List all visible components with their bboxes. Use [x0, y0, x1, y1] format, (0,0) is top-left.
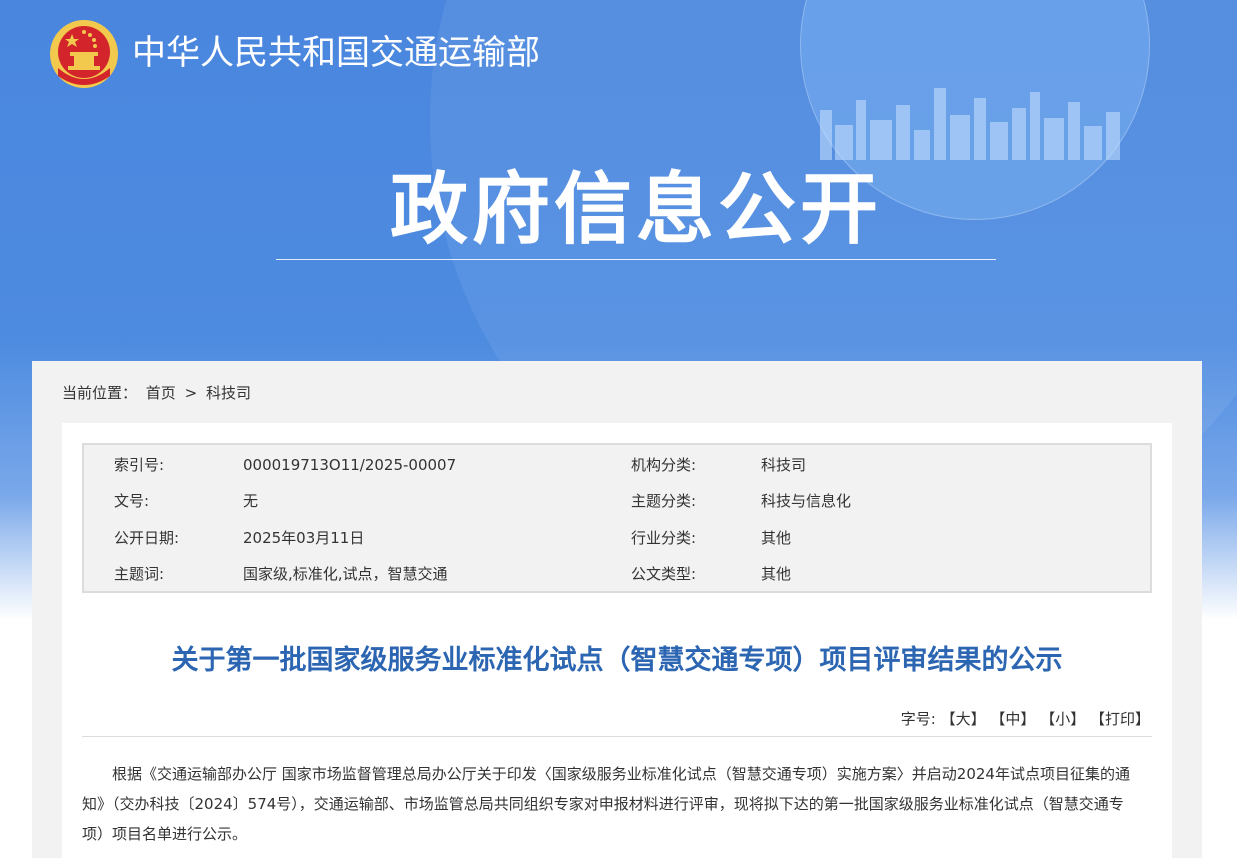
publish-date-label: 公开日期:	[114, 529, 180, 547]
organization-category-value: 科技司	[761, 456, 807, 474]
document-type-value: 其他	[761, 565, 792, 583]
industry-category-value: 其他	[761, 529, 792, 547]
index-number-value: 000019713O11/2025-00007	[243, 456, 457, 474]
topic-category-label: 主题分类:	[631, 492, 697, 510]
font-size-medium-button[interactable]: 【中】	[990, 710, 1035, 728]
document-type-label: 公文类型:	[631, 565, 697, 583]
article-content: 索引号: 000019713O11/2025-00007 机构分类: 科技司 文…	[62, 423, 1172, 858]
metadata-row: 文号: 无 主题分类: 科技与信息化	[84, 483, 1150, 519]
document-number-label: 文号:	[114, 492, 150, 510]
article-title: 关于第一批国家级服务业标准化试点（智慧交通专项）项目评审结果的公示	[171, 645, 1063, 676]
print-button[interactable]: 【打印】	[1090, 710, 1150, 728]
font-size-label: 字号:	[900, 710, 936, 728]
metadata-table: 索引号: 000019713O11/2025-00007 机构分类: 科技司 文…	[82, 443, 1152, 593]
hero-title: 政府信息公开	[389, 165, 882, 255]
ministry-name: 中华人民共和国交通运输部	[132, 33, 540, 73]
document-number-value: 无	[243, 492, 259, 510]
metadata-row: 主题词: 国家级,标准化,试点，智慧交通 公文类型: 其他	[84, 556, 1150, 592]
index-number-label: 索引号:	[114, 456, 165, 474]
article-paragraph: 根据《交通运输部办公厅 国家市场监督管理总局办公厅关于印发〈国家级服务业标准化试…	[82, 765, 1130, 843]
breadcrumb-current-link[interactable]: 科技司	[206, 384, 251, 402]
metadata-row: 索引号: 000019713O11/2025-00007 机构分类: 科技司	[84, 447, 1150, 483]
metadata-row: 公开日期: 2025年03月11日 行业分类: 其他	[84, 520, 1150, 556]
breadcrumb-home-link[interactable]: 首页	[146, 384, 176, 402]
breadcrumb: 当前位置： 首页 > 科技司	[62, 383, 251, 403]
keywords-label: 主题词:	[114, 565, 165, 583]
main-panel: 当前位置： 首页 > 科技司 索引号: 000019713O11/2025-00…	[32, 361, 1202, 858]
font-size-controls: 字号: 【大】 【中】 【小】 【打印】	[901, 709, 1150, 729]
keywords-value: 国家级,标准化,试点，智慧交通	[243, 565, 448, 583]
national-emblem-icon	[50, 20, 118, 88]
hero-divider	[276, 259, 996, 260]
city-skyline-icon	[820, 88, 1120, 160]
industry-category-label: 行业分类:	[631, 529, 697, 547]
font-size-large-button[interactable]: 【大】	[941, 710, 986, 728]
breadcrumb-separator: >	[184, 384, 198, 402]
publish-date-value: 2025年03月11日	[243, 529, 365, 547]
font-size-small-button[interactable]: 【小】	[1040, 710, 1085, 728]
organization-category-label: 机构分类:	[631, 456, 697, 474]
breadcrumb-label: 当前位置：	[62, 384, 138, 402]
topic-category-value: 科技与信息化	[761, 492, 852, 510]
content-divider	[82, 736, 1152, 737]
